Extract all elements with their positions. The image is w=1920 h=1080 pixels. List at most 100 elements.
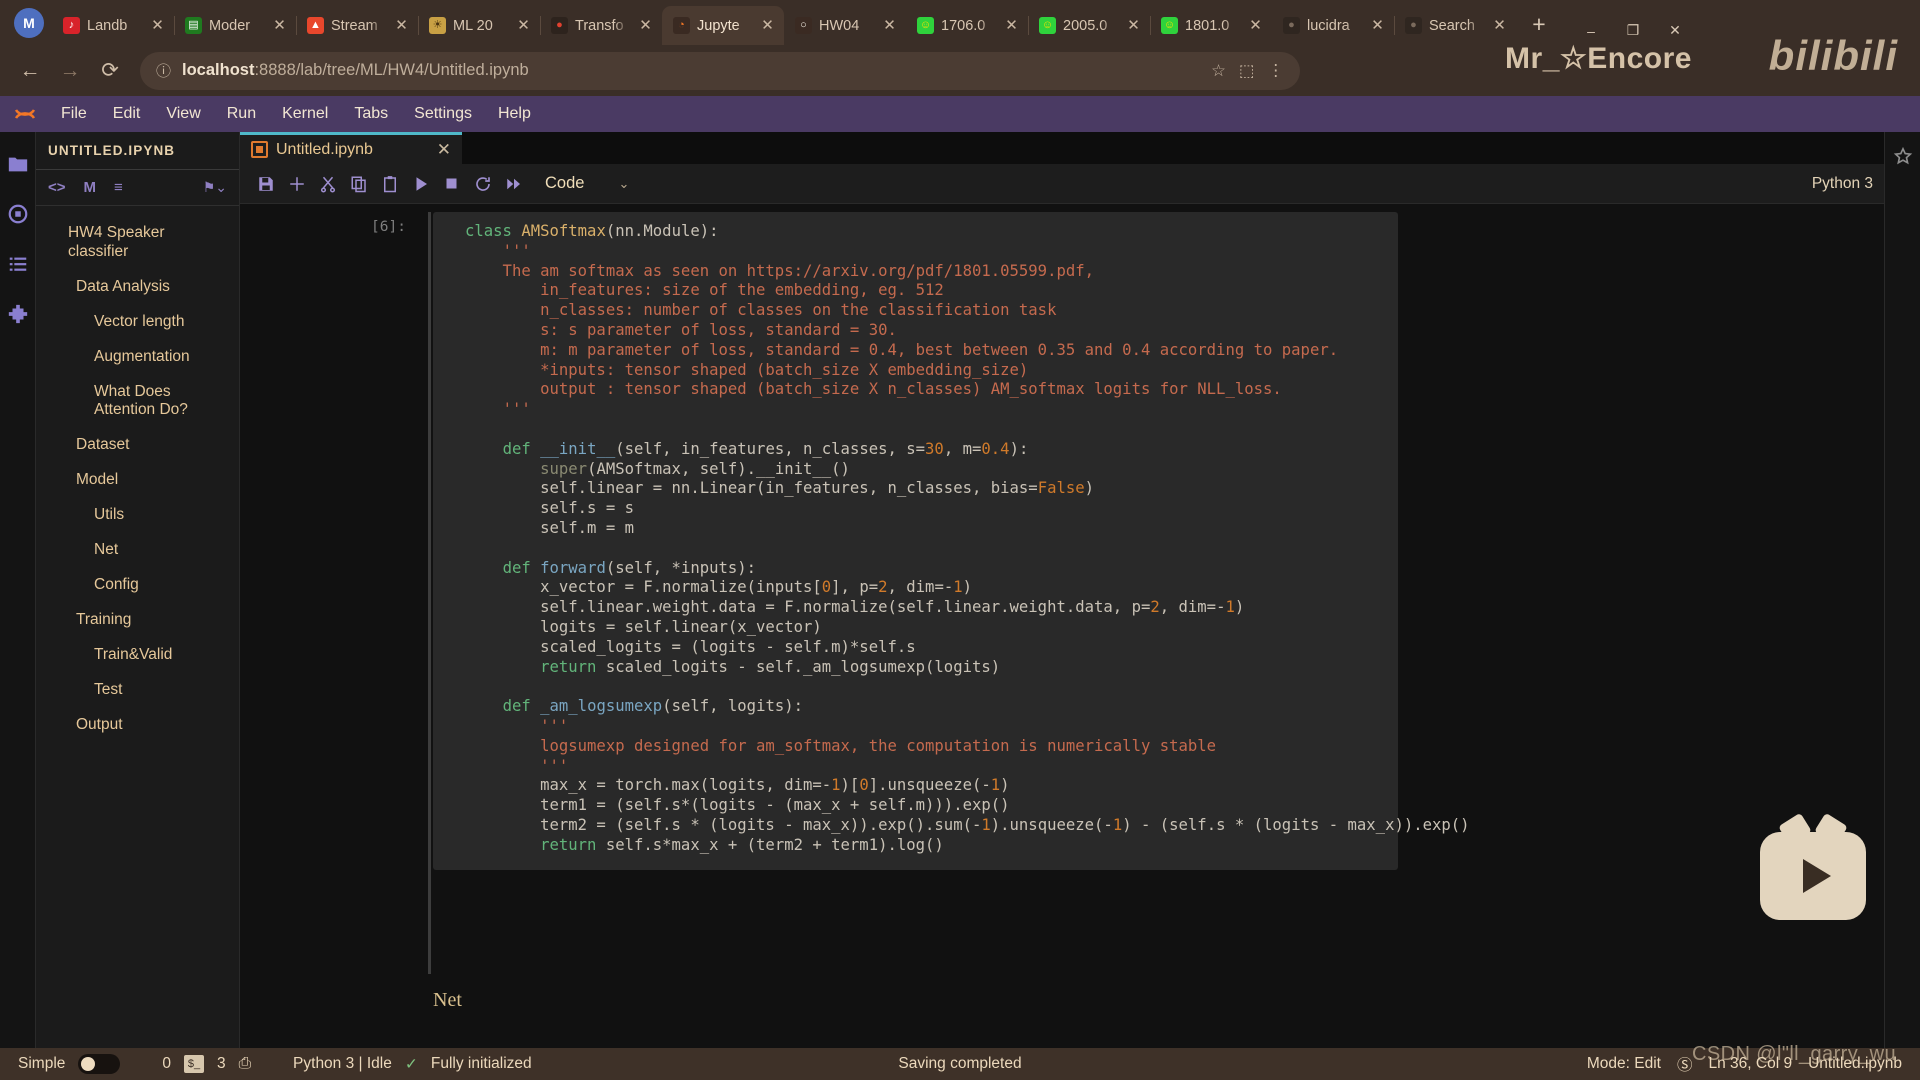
menu-tabs[interactable]: Tabs: [341, 99, 401, 129]
browser-tab-close-icon[interactable]: ✕: [1247, 17, 1264, 34]
show-code-icon[interactable]: <>: [48, 179, 66, 196]
minimize-button[interactable]: –: [1570, 23, 1612, 39]
browser-tab-close-icon[interactable]: ✕: [637, 17, 654, 34]
url-input[interactable]: ⓘ localhost:8888/lab/tree/ML/HW4/Untitle…: [140, 51, 1300, 90]
code-line: self.linear = nn.Linear(in_features, n_c…: [465, 479, 1095, 498]
toc-item-12[interactable]: Test: [36, 673, 239, 708]
toc-item-6[interactable]: Model: [36, 463, 239, 498]
restart-run-all-button[interactable]: [498, 168, 529, 199]
running-terminals-icon[interactable]: [6, 202, 30, 226]
menu-view[interactable]: View: [153, 99, 213, 129]
browser-tab-1[interactable]: ▤ Moder ✕: [174, 6, 296, 45]
toc-item-9[interactable]: Config: [36, 568, 239, 603]
terminals-count[interactable]: 0: [162, 1055, 171, 1073]
toc-item-2[interactable]: Vector length: [36, 305, 239, 340]
bell-off-icon[interactable]: Ⓢ: [1677, 1053, 1693, 1075]
kernels-count[interactable]: 3: [217, 1055, 226, 1073]
paste-cell-button[interactable]: [374, 168, 405, 199]
browser-tab-3[interactable]: ☀ ML 20 ✕: [418, 6, 540, 45]
browser-tab-10[interactable]: ● lucidra ✕: [1272, 6, 1394, 45]
toc-header: UNTITLED.IPYNB: [36, 132, 239, 170]
cursor-position-text[interactable]: Ln 36, Col 9: [1708, 1055, 1792, 1073]
code-line: self.linear.weight.data = F.normalize(se…: [465, 598, 1245, 617]
toc-item-4[interactable]: What Does Attention Do?: [36, 375, 239, 429]
stop-kernel-button[interactable]: [436, 168, 467, 199]
browser-tab-9[interactable]: ☺ 1801.0 ✕: [1150, 6, 1272, 45]
browser-tab-0[interactable]: ♪ Landb ✕: [52, 6, 174, 45]
browser-tab-5[interactable]: ◔ Jupyte ✕: [662, 6, 784, 45]
browser-tab-close-icon[interactable]: ✕: [1369, 17, 1386, 34]
browser-menu-icon[interactable]: ⋮: [1268, 61, 1285, 81]
kernel-status-text[interactable]: Python 3 | Idle: [293, 1055, 392, 1073]
extension-manager-icon[interactable]: [6, 302, 30, 326]
numbering-icon[interactable]: ≡: [114, 179, 123, 196]
profile-avatar[interactable]: M: [14, 8, 44, 38]
code-cell[interactable]: [6]: class AMSoftmax(nn.Module): ''' The…: [371, 212, 1470, 870]
toc-item-5[interactable]: Dataset: [36, 428, 239, 463]
bilibili-play-watermark: [1760, 832, 1866, 920]
menu-kernel[interactable]: Kernel: [269, 99, 341, 129]
copy-cell-button[interactable]: [343, 168, 374, 199]
code-editor[interactable]: class AMSoftmax(nn.Module): ''' The am s…: [433, 222, 1470, 856]
menu-edit[interactable]: Edit: [100, 99, 154, 129]
maximize-button[interactable]: ❐: [1612, 22, 1654, 39]
browser-tab-7[interactable]: ☺ 1706.0 ✕: [906, 6, 1028, 45]
browser-tab-close-icon[interactable]: ✕: [271, 17, 288, 34]
browser-tab-11[interactable]: ● Search ✕: [1394, 6, 1516, 45]
code-line: scaled_logits = (logits - self.m)*self.s: [465, 637, 916, 656]
file-browser-icon[interactable]: [6, 152, 30, 176]
toc-item-11[interactable]: Train&Valid: [36, 638, 239, 673]
browser-tab-4[interactable]: ● Transfo ✕: [540, 6, 662, 45]
save-button[interactable]: [250, 168, 281, 199]
new-tab-button[interactable]: +: [1522, 8, 1556, 42]
browser-tab-close-icon[interactable]: ✕: [759, 17, 776, 34]
notebook-toolbar: Code ⌄ Python 3: [240, 164, 1920, 204]
browser-tab-8[interactable]: ☺ 2005.0 ✕: [1028, 6, 1150, 45]
netease-music-icon: ♪: [63, 17, 80, 34]
bookmark-star-icon[interactable]: ☆: [1211, 61, 1226, 81]
toc-item-8[interactable]: Net: [36, 533, 239, 568]
browser-tab-close-icon[interactable]: ✕: [1003, 17, 1020, 34]
insert-cell-button[interactable]: [281, 168, 312, 199]
browser-tab-close-icon[interactable]: ✕: [515, 17, 532, 34]
notebook-tab-untitled[interactable]: Untitled.ipynb ✕: [240, 132, 462, 164]
toc-item-7[interactable]: Utils: [36, 498, 239, 533]
cut-cell-button[interactable]: [312, 168, 343, 199]
forward-button[interactable]: →: [50, 51, 90, 91]
show-markdown-icon[interactable]: M: [84, 179, 97, 196]
toc-item-0[interactable]: HW4 Speaker classifier: [36, 216, 239, 270]
menu-settings[interactable]: Settings: [401, 99, 485, 129]
menu-file[interactable]: File: [48, 99, 100, 129]
extensions-icon[interactable]: ⬚: [1239, 61, 1255, 81]
browser-tab-close-icon[interactable]: ✕: [1491, 17, 1508, 34]
menu-run[interactable]: Run: [214, 99, 269, 129]
menu-help[interactable]: Help: [485, 99, 544, 129]
code-line: self.s = s: [465, 499, 634, 518]
browser-tab-6[interactable]: ○ HW04 ✕: [784, 6, 906, 45]
back-button[interactable]: ←: [10, 51, 50, 91]
notebook-tab-close-icon[interactable]: ✕: [437, 140, 451, 160]
run-cell-button[interactable]: [405, 168, 436, 199]
site-info-icon[interactable]: ⓘ: [156, 60, 171, 81]
tag-icon[interactable]: ⚑⌄: [203, 179, 227, 196]
toc-item-3[interactable]: Augmentation: [36, 340, 239, 375]
reload-button[interactable]: ⟳: [90, 51, 130, 91]
pdf-smiley-icon: ☺: [1039, 17, 1056, 34]
browser-tab-close-icon[interactable]: ✕: [881, 17, 898, 34]
browser-tab-close-icon[interactable]: ✕: [393, 17, 410, 34]
jupyter-icon: ◔: [673, 17, 690, 34]
close-window-button[interactable]: ✕: [1654, 22, 1696, 39]
browser-tab-close-icon[interactable]: ✕: [1125, 17, 1142, 34]
restart-kernel-button[interactable]: [467, 168, 498, 199]
browser-tab-2[interactable]: ▲ Stream ✕: [296, 6, 418, 45]
cell-type-select[interactable]: Code ⌄: [545, 174, 629, 193]
toc-item-13[interactable]: Output: [36, 708, 239, 743]
table-of-contents-icon[interactable]: [6, 252, 30, 276]
toc-item-10[interactable]: Training: [36, 603, 239, 638]
property-inspector-icon[interactable]: [1891, 146, 1915, 170]
jupyter-right-rail: [1884, 132, 1920, 1080]
notebook-canvas: [6]: class AMSoftmax(nn.Module): ''' The…: [240, 204, 1920, 1080]
browser-tab-close-icon[interactable]: ✕: [149, 17, 166, 34]
toc-item-1[interactable]: Data Analysis: [36, 270, 239, 305]
simple-mode-toggle[interactable]: [78, 1054, 121, 1074]
